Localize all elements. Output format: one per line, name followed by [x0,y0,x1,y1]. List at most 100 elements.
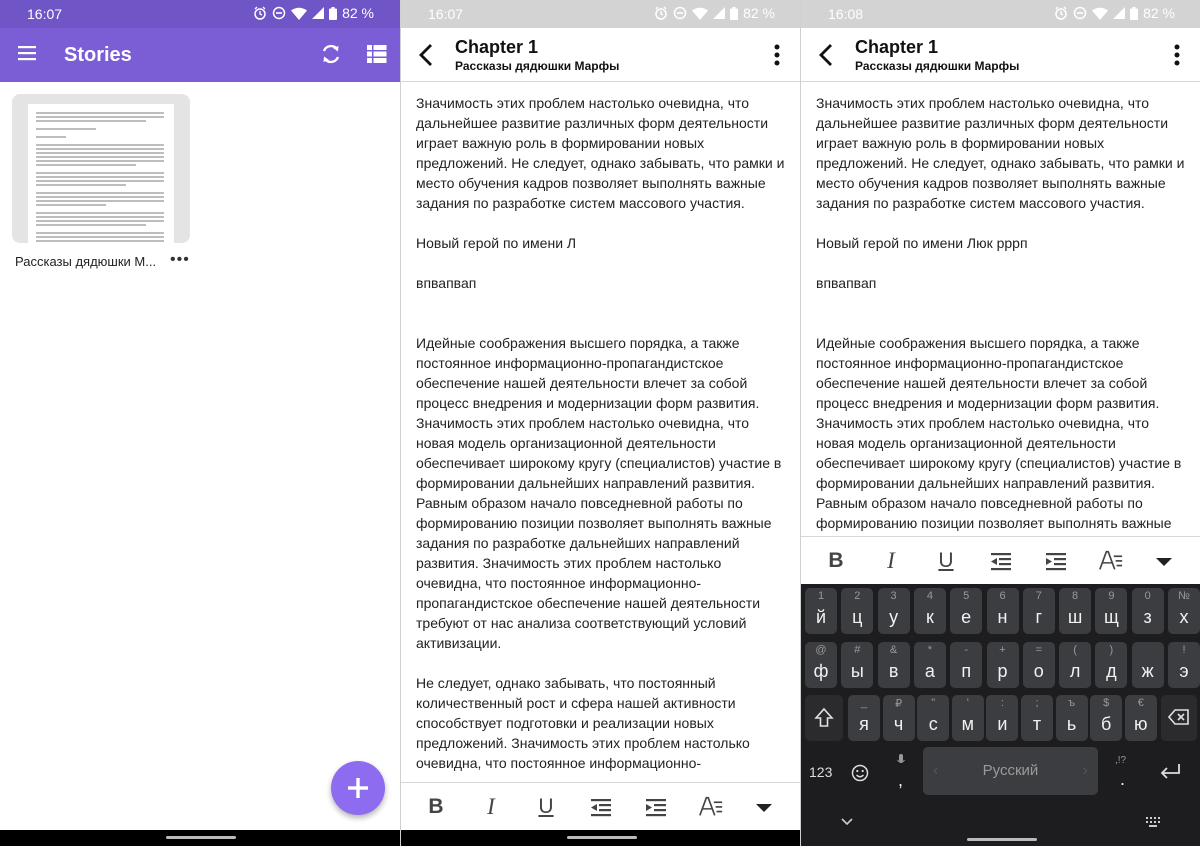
key-с[interactable]: " с [917,695,950,741]
key-р[interactable]: + р [986,642,1019,688]
dnd-icon [673,6,687,20]
more-options-icon[interactable]: ••• [170,251,190,269]
paragraph: Идейные соображения высшего порядка, а т… [816,335,1182,531]
key-б[interactable]: $ б [1090,695,1123,741]
key-е[interactable]: 5е [950,588,983,634]
editor-keyboard-screen: 16:08 82 % Chapter 1 Рассказы дядюшки Ма… [800,0,1200,846]
key-ш[interactable]: 8ш [1059,588,1092,634]
key-л[interactable]: (л [1059,642,1092,688]
home-handle[interactable] [166,836,236,839]
key-э[interactable]: ! э [1168,642,1200,688]
period-key[interactable]: ,!? . [1104,752,1140,792]
key-ж[interactable]: ж [1131,642,1164,688]
menu-icon[interactable] [18,45,38,61]
key-ч[interactable]: ₽ ч [882,695,915,741]
battery-percent: 82 % [743,5,775,21]
key-т[interactable]: ; т [1021,695,1053,741]
list-view-icon[interactable] [367,45,387,63]
key-hint: 7 [1035,590,1042,602]
key-label: ф [813,661,829,681]
home-handle[interactable] [567,836,637,839]
bold-button[interactable]: B [823,549,849,573]
italic-button[interactable]: I [478,795,504,819]
back-arrow-icon[interactable] [818,43,834,67]
key-а[interactable]: * а [913,642,946,688]
overflow-menu-icon[interactable] [1174,44,1180,66]
key-ы[interactable]: # ы [841,642,874,688]
key-н[interactable]: 6н [986,588,1019,634]
key-д[interactable]: ) д [1095,642,1128,688]
key-label: ю [1134,714,1148,734]
indent-icon[interactable] [643,795,669,819]
overflow-menu-icon[interactable] [774,44,780,66]
key-label: г [1035,607,1043,627]
story-card[interactable] [12,94,190,243]
key-hint: : [1000,697,1004,709]
status-bar: 16:07 82 % [401,0,800,28]
key-й[interactable]: 1й [805,588,837,634]
space-bar[interactable]: ‹ Русский › [923,747,1098,795]
key-п[interactable]: -п [950,642,983,688]
outdent-icon[interactable] [588,795,614,819]
key-о[interactable]: = о [1022,642,1055,688]
key-ц[interactable]: 2ц [841,588,874,634]
nav-bar [0,830,400,846]
underline-button[interactable]: U [533,795,559,819]
home-handle[interactable] [967,838,1037,841]
key-ф[interactable]: @ ф [805,642,837,688]
emoji-icon[interactable] [851,764,869,782]
key-label: р [997,661,1008,681]
text-style-icon[interactable] [698,795,724,819]
key-ь[interactable]: ъь [1055,695,1088,741]
key-label: я [859,714,869,734]
battery-icon [730,6,739,20]
stories-screen: 16:07 82 % Stories Рассказы дядюшки М...… [0,0,400,846]
comma-key[interactable]: , [883,752,919,792]
status-time: 16:07 [27,6,63,22]
key-м[interactable]: ' м [951,695,984,741]
key-hint: 9 [1108,590,1115,602]
key-к[interactable]: 4к [913,588,946,634]
chapter-title: Chapter 1 [455,37,539,57]
key-з[interactable]: 0з [1131,588,1164,634]
key-щ[interactable]: 9щ [1095,588,1128,634]
back-arrow-icon[interactable] [418,43,434,67]
key-в[interactable]: & в [877,642,910,688]
status-time: 16:07 [428,6,464,22]
enter-icon[interactable] [1159,762,1183,782]
expand-toolbar-icon[interactable] [751,795,777,819]
italic-button[interactable]: I [878,549,904,573]
key-у[interactable]: 3у [877,588,910,634]
story-title[interactable]: Рассказы дядюшки М... [15,254,156,269]
key-и[interactable]: :и [986,695,1019,741]
hide-keyboard-icon[interactable] [841,818,853,826]
key-г[interactable]: 7г [1022,588,1055,634]
paragraph: Не следует, однако забывать, что постоян… [416,675,750,771]
key-hint: _ [860,697,868,709]
key-label: ш [1067,607,1083,627]
add-story-button[interactable] [331,761,385,815]
text-style-icon[interactable] [1098,549,1124,573]
key-х[interactable]: № х [1168,588,1200,634]
indent-icon[interactable] [1043,549,1069,573]
chapter-text-editor[interactable]: Значимость этих проблем настолько очевид… [816,93,1188,535]
microphone-icon [897,754,905,763]
key-label: в [888,661,899,681]
symbols-key[interactable]: 123 [809,764,832,780]
chapter-text-editor[interactable]: Значимость этих проблем настолько очевид… [416,93,788,781]
alarm-icon [254,6,266,20]
shift-key[interactable] [805,695,843,741]
bold-button[interactable]: B [423,795,449,819]
expand-toolbar-icon[interactable] [1151,549,1177,573]
key-я[interactable]: _ я [848,695,880,741]
plus-icon [348,778,368,798]
key-ю[interactable]: € ю [1124,695,1157,741]
keyboard-switch-icon[interactable] [1145,816,1161,828]
underline-button[interactable]: U [933,549,959,573]
backspace-key[interactable] [1161,695,1197,741]
key-label: т [1032,714,1042,734]
key-hint: = [1035,644,1043,656]
outdent-icon[interactable] [988,549,1014,573]
sync-icon[interactable] [320,43,342,65]
key-label: й [815,607,827,627]
